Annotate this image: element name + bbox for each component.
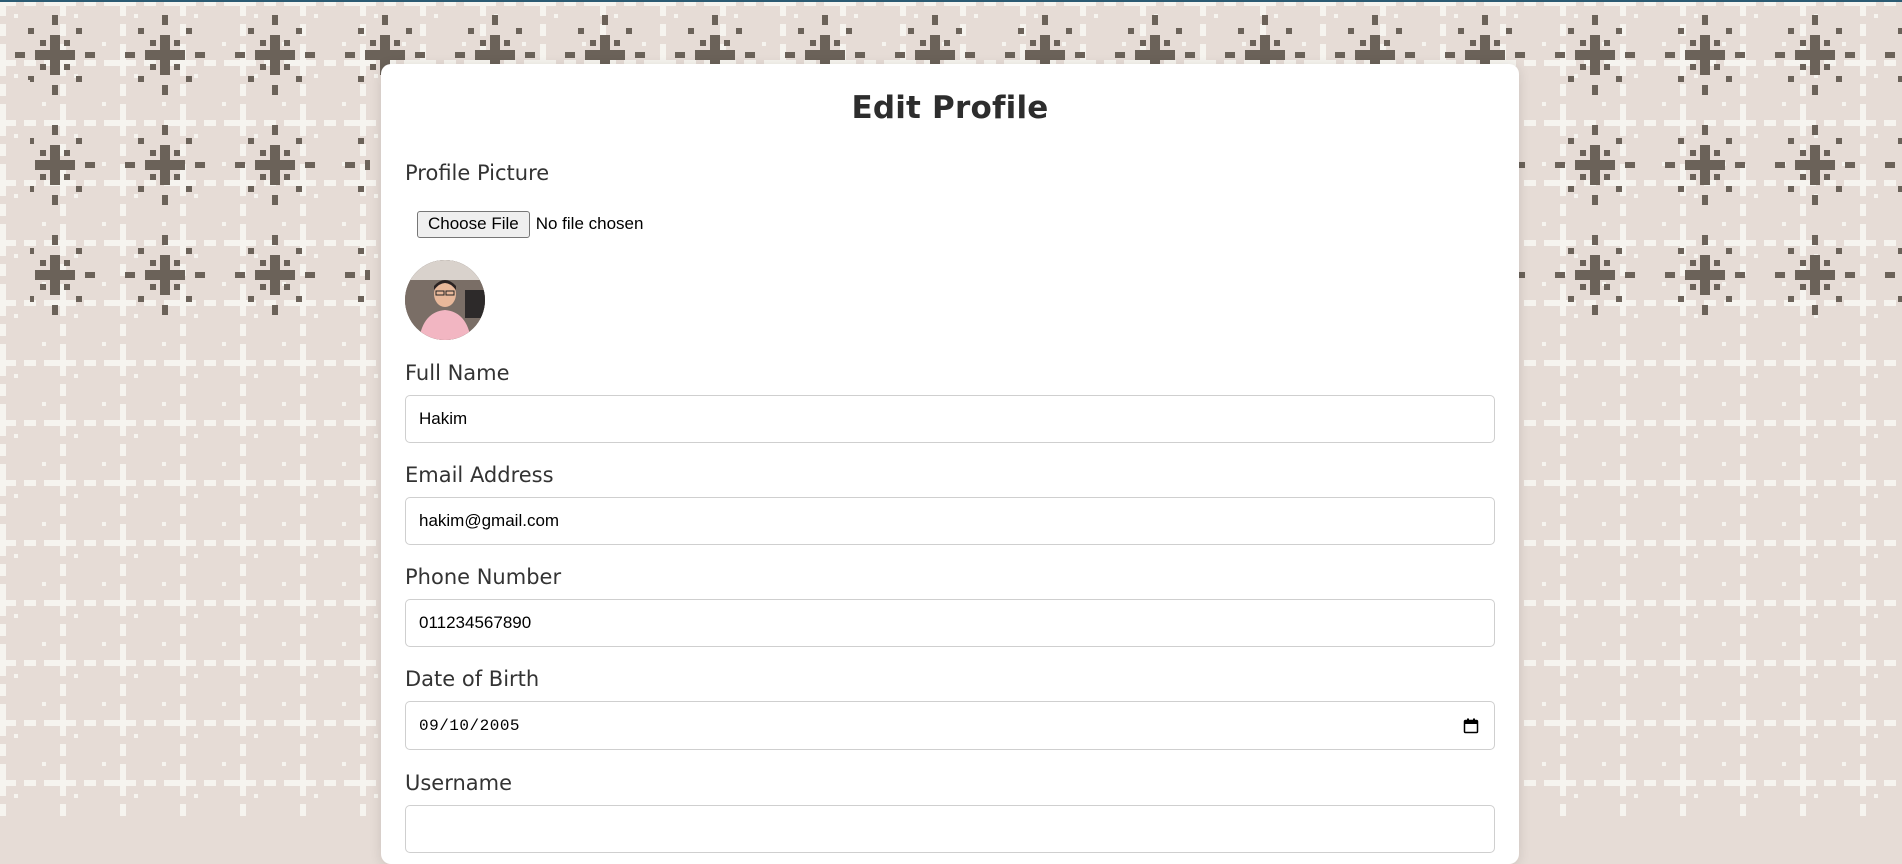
email-input[interactable]: hakim@gmail.com [405, 497, 1495, 545]
dob-label: Date of Birth [405, 667, 540, 691]
dob-input[interactable]: 09/10/2005 [405, 701, 1495, 750]
file-status-text: No file chosen [535, 214, 644, 233]
full-name-label: Full Name [405, 361, 510, 385]
dob-value: 09/10/2005 [419, 716, 521, 735]
page-title: Edit Profile [851, 90, 1049, 126]
full-name-input[interactable]: Hakim [405, 395, 1495, 443]
avatar [405, 260, 485, 340]
top-border-line [0, 0, 1902, 2]
edit-profile-card: Edit Profile Profile Picture Choose File… [381, 64, 1519, 864]
profile-picture-label: Profile Picture [405, 161, 550, 185]
email-label: Email Address [405, 463, 554, 487]
phone-label: Phone Number [405, 565, 562, 589]
phone-input[interactable]: 011234567890 [405, 599, 1495, 647]
choose-file-button[interactable]: Choose File [417, 210, 530, 238]
username-label: Username [405, 771, 513, 795]
file-input[interactable]: Choose File No file chosen [417, 210, 643, 238]
calendar-icon[interactable] [1463, 718, 1479, 734]
username-input[interactable] [405, 805, 1495, 853]
